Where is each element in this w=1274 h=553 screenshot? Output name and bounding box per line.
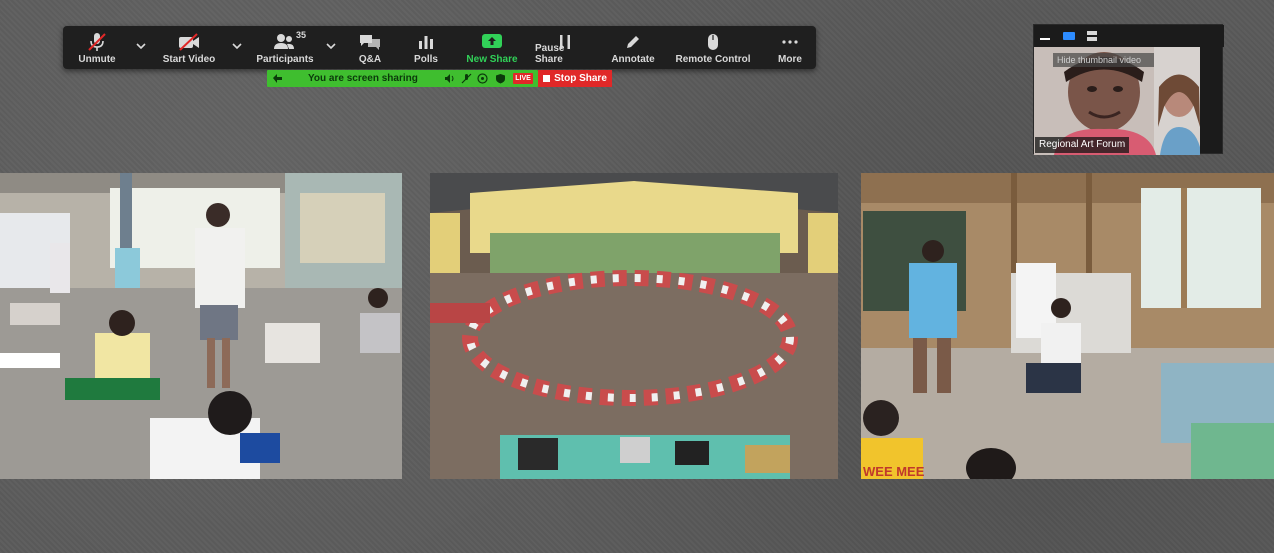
workshop-photo-hall-image <box>0 173 402 479</box>
more-dots-icon <box>782 40 798 44</box>
share-up-icon <box>482 34 502 48</box>
live-badge: LIVE <box>513 73 533 84</box>
annotate-label: Annotate <box>611 54 655 65</box>
qa-button[interactable]: Q&A <box>353 26 387 69</box>
stop-share-button[interactable]: Stop Share <box>538 70 612 87</box>
more-button[interactable]: More <box>772 26 808 69</box>
pause-icon <box>560 35 570 49</box>
start-video-label: Start Video <box>162 54 216 65</box>
unmute-button[interactable]: Unmute <box>73 26 121 69</box>
mic-muted-small-icon <box>461 73 472 84</box>
polls-button[interactable]: Polls <box>409 26 443 69</box>
start-video-button[interactable]: Start Video <box>159 26 219 69</box>
video-off-icon <box>179 33 199 51</box>
audio-options-chevron-down-icon[interactable] <box>134 39 148 53</box>
stop-square-icon <box>543 75 551 82</box>
shared-photo-3: WEE MEE <box>861 173 1274 479</box>
thumbnail-video-panel <box>1033 24 1224 155</box>
shirt-text: WEE MEE <box>863 464 925 479</box>
annotate-button[interactable]: Annotate <box>608 26 658 69</box>
remote-control-label: Remote Control <box>675 54 751 65</box>
drag-handle-icon[interactable] <box>272 73 283 84</box>
shared-photo-1 <box>0 173 402 479</box>
meeting-toolbar: Unmute Start Video Participants 35 Q&A P… <box>63 26 816 69</box>
gallery-view-icon[interactable] <box>1083 29 1101 43</box>
screen-sharing-bar[interactable]: You are screen sharing <box>267 70 538 87</box>
options-circle-icon[interactable] <box>477 73 488 84</box>
thumbnail-controls <box>1034 25 1224 47</box>
screen-sharing-text: You are screen sharing <box>308 73 418 84</box>
participants-options-chevron-down-icon[interactable] <box>324 39 338 53</box>
qa-icon <box>360 35 380 50</box>
new-share-button[interactable]: New Share <box>464 26 520 69</box>
minimize-icon[interactable] <box>1036 29 1054 43</box>
mic-muted-icon <box>88 33 106 51</box>
participant-name-label: Regional Art Forum <box>1035 137 1130 153</box>
qa-label: Q&A <box>358 54 382 65</box>
hide-thumbnail-tooltip: Hide thumbnail video <box>1053 53 1154 67</box>
participants-count-badge: 35 <box>296 30 307 40</box>
more-label: More <box>778 54 802 65</box>
shared-photo-2 <box>430 173 838 479</box>
participants-label: Participants <box>256 54 314 65</box>
new-share-label: New Share <box>466 54 518 65</box>
workshop-photo-circle-image <box>430 173 838 479</box>
unmute-label: Unmute <box>78 54 116 65</box>
workshop-photo-classroom-image: WEE MEE <box>861 173 1274 479</box>
stop-share-label: Stop Share <box>554 73 607 84</box>
pause-share-button[interactable]: Pause Share <box>535 26 595 69</box>
video-options-chevron-down-icon[interactable] <box>230 39 244 53</box>
mouse-icon <box>708 34 718 50</box>
active-speaker-view-icon[interactable] <box>1060 29 1078 43</box>
shield-icon[interactable] <box>495 73 506 84</box>
participants-button[interactable]: Participants <box>253 26 317 69</box>
polls-icon <box>419 36 433 49</box>
speaker-icon <box>445 74 454 83</box>
remote-control-button[interactable]: Remote Control <box>673 26 753 69</box>
participants-icon <box>274 34 294 49</box>
polls-label: Polls <box>414 54 438 65</box>
pencil-icon <box>627 36 639 48</box>
